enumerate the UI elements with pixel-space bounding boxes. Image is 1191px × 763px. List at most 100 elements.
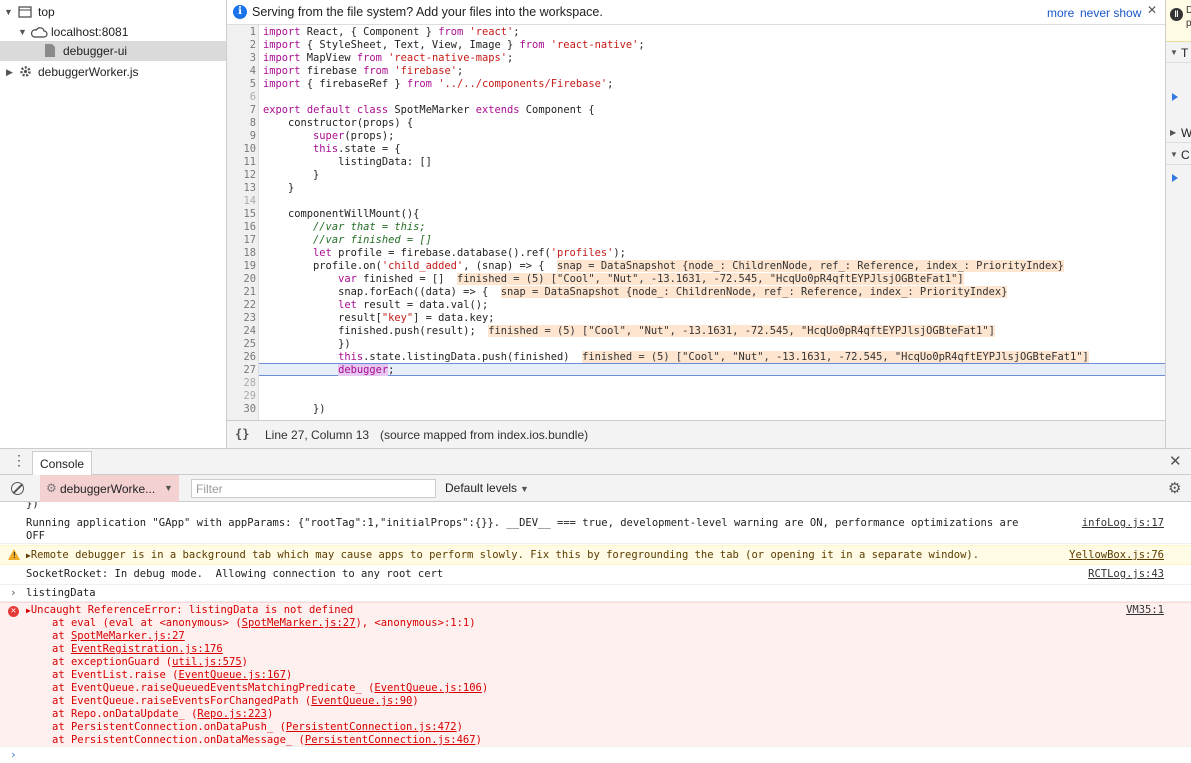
stack-frame-link[interactable]: PersistentConnection.js:472 — [286, 721, 457, 733]
stack-frame-link[interactable]: EventRegistration.js:176 — [71, 643, 223, 655]
line-number[interactable]: 24 — [227, 325, 256, 338]
message-source-link[interactable]: infoLog.js:17 — [1082, 517, 1164, 530]
line-number[interactable]: 21 — [227, 286, 256, 299]
more-link[interactable]: more — [1047, 6, 1074, 20]
stack-frame-link[interactable]: Repo.js:223 — [197, 708, 267, 720]
console-messages[interactable]: }) Running application "GApp" with appPa… — [0, 502, 1191, 763]
chevron-down-icon[interactable]: ▼ — [18, 22, 27, 42]
workspace-infobar: i Serving from the file system? Add your… — [227, 0, 1165, 25]
line-number[interactable]: 23 — [227, 312, 256, 325]
line-number[interactable]: 11 — [227, 156, 256, 169]
line-number[interactable]: 19 — [227, 260, 256, 273]
message-text-continued: OFF — [26, 530, 45, 542]
line-number[interactable]: 13 — [227, 182, 256, 195]
code-line: constructor(props) { — [263, 117, 413, 130]
stack-frame-link[interactable]: SpotMeMarker.js:27 — [71, 630, 185, 642]
inline-variable-value: snap = DataSnapshot {node_: ChildrenNode… — [500, 286, 1008, 298]
line-number[interactable]: 28 — [227, 377, 256, 390]
stack-frame-link[interactable]: EventQueue.js:167 — [178, 669, 285, 681]
stack-frame-link[interactable]: EventQueue.js:90 — [311, 695, 412, 707]
chevron-down-icon[interactable]: ▼ — [1170, 145, 1178, 164]
chevron-down-icon[interactable]: ▼ — [1170, 43, 1178, 62]
code-line: //var finished = [] — [263, 234, 432, 247]
pretty-print-button[interactable]: {} — [235, 427, 249, 441]
line-number[interactable]: 3 — [227, 52, 256, 65]
tree-item-label: debugger-ui — [63, 44, 128, 58]
line-number[interactable]: 5 — [227, 78, 256, 91]
stack-frame-link[interactable]: PersistentConnection.js:467 — [305, 734, 476, 746]
code-line: import { firebaseRef } from '../../compo… — [263, 78, 613, 91]
code-text: componentWillMount(){ — [263, 208, 420, 220]
line-number[interactable]: 16 — [227, 221, 256, 234]
console-prompt-row[interactable]: › — [0, 748, 1191, 763]
code-line: listingData: [] — [263, 156, 432, 169]
line-number[interactable]: 30 — [227, 403, 256, 416]
line-number[interactable]: 1 — [227, 26, 256, 39]
threads-pane-header[interactable]: ▼ T — [1166, 43, 1191, 63]
stack-frame-text: ) — [456, 721, 463, 733]
stack-frame-text: ) — [475, 734, 482, 746]
stack-frame-link[interactable]: SpotMeMarker.js:27 — [242, 617, 356, 629]
line-number[interactable]: 26 — [227, 351, 256, 364]
stack-frame-link[interactable]: util.js:575 — [172, 656, 242, 668]
line-number[interactable]: 2 — [227, 39, 256, 52]
gear-icon — [18, 64, 33, 85]
more-tools-menu-icon[interactable]: ⋮ — [12, 453, 26, 467]
line-number[interactable]: 25 — [227, 338, 256, 351]
line-number[interactable]: 10 — [227, 143, 256, 156]
line-number[interactable]: 17 — [227, 234, 256, 247]
chevron-down-icon: ▼ — [520, 484, 529, 494]
debugger-sidebar: ǁ D p ▼ T ▶ W ▼ C — [1165, 0, 1191, 448]
clear-console-icon[interactable] — [11, 482, 24, 495]
call-stack-pane-header[interactable]: ▼ C — [1166, 145, 1191, 165]
line-number[interactable]: 27 — [227, 364, 256, 377]
tab-console[interactable]: Console — [32, 451, 93, 475]
line-number[interactable]: 6 — [227, 91, 256, 104]
cursor-position: Line 27, Column 13 — [265, 428, 370, 442]
stack-frame-text: ) — [412, 695, 419, 707]
line-number[interactable]: 9 — [227, 130, 256, 143]
line-number[interactable]: 18 — [227, 247, 256, 260]
tree-item-debuggerworker[interactable]: ▶ debuggerWorker.js — [0, 62, 226, 82]
filter-input[interactable] — [191, 479, 436, 498]
line-number[interactable]: 7 — [227, 104, 256, 117]
tree-item-top[interactable]: ▼ top — [0, 2, 226, 22]
line-number[interactable]: 22 — [227, 299, 256, 312]
close-icon[interactable]: ✕ — [1147, 3, 1157, 17]
stack-frame-link[interactable]: EventQueue.js:106 — [374, 682, 481, 694]
code-text: let profile = firebase.database().ref('p… — [313, 247, 626, 259]
error-source-link[interactable]: VM35:1 — [1126, 604, 1164, 617]
infobar-message: Serving from the file system? Add your f… — [252, 5, 603, 19]
line-number-gutter[interactable]: 1 2 3 4 5 6 7 8 9 10 11 12 13 14 15 16 17 18 19 20 21 22 23 24 2… — [227, 25, 259, 420]
code-line: result["key"] = data.key; — [263, 312, 494, 325]
code-text: import MapView from 'react-native-maps'; — [263, 52, 514, 64]
line-number[interactable]: 15 — [227, 208, 256, 221]
tree-item-localhost[interactable]: ▼ localhost:8081 — [0, 22, 226, 42]
message-source-link[interactable]: YellowBox.js:76 — [1069, 549, 1164, 562]
editor-statusbar: {} Line 27, Column 13 (source mapped fro… — [227, 420, 1165, 448]
tree-item-debugger-ui[interactable]: debugger-ui — [0, 41, 226, 61]
line-number[interactable]: 4 — [227, 65, 256, 78]
chevron-right-icon[interactable]: ▶ — [6, 62, 13, 82]
code-line: debugger; — [263, 364, 394, 377]
message-source-link[interactable]: RCTLog.js:43 — [1088, 568, 1164, 581]
code-text: super(props); — [313, 130, 395, 142]
line-number[interactable]: 14 — [227, 195, 256, 208]
code-text: snap.forEach((data) => { — [263, 286, 489, 298]
chevron-down-icon[interactable]: ▼ — [4, 2, 13, 22]
never-show-link[interactable]: never show — [1080, 6, 1141, 20]
code-line: let profile = firebase.database().ref('p… — [263, 247, 626, 260]
line-number[interactable]: 8 — [227, 117, 256, 130]
close-drawer-icon[interactable]: ✕ — [1169, 452, 1182, 470]
context-selector[interactable]: ⚙ debuggerWorke... ▼ — [40, 475, 179, 502]
line-number[interactable]: 12 — [227, 169, 256, 182]
log-levels-dropdown[interactable]: Default levels ▼ — [445, 481, 529, 495]
line-number[interactable]: 29 — [227, 390, 256, 403]
chevron-right-icon[interactable]: ▶ — [1170, 123, 1176, 142]
code-text: } — [263, 169, 320, 181]
watch-pane-header[interactable]: ▶ W — [1166, 123, 1191, 143]
code-area[interactable]: 1 2 3 4 5 6 7 8 9 10 11 12 13 14 15 16 17 18 19 20 21 22 23 24 2… — [227, 25, 1165, 420]
line-number[interactable]: 20 — [227, 273, 256, 286]
console-settings-icon[interactable]: ⚙ — [1168, 479, 1181, 497]
levels-label: Default levels — [445, 481, 518, 495]
